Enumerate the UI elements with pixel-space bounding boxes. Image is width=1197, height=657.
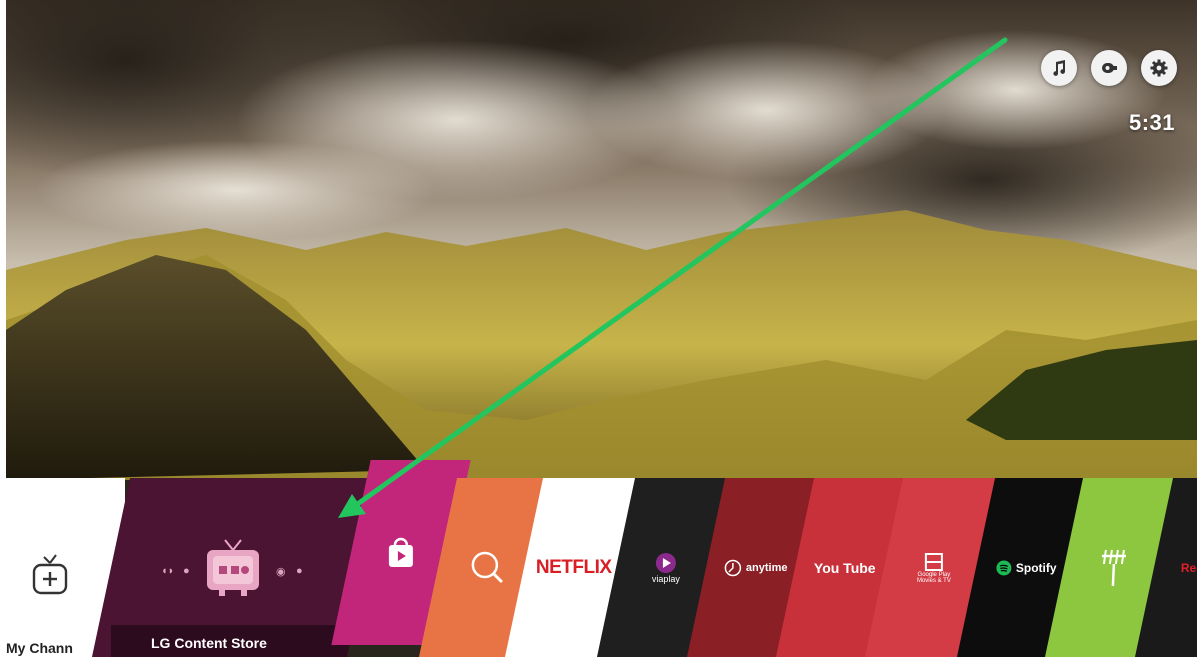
top-controls <box>1041 50 1177 86</box>
youtube-label: You Tube <box>814 559 876 576</box>
redbull-label: Red <box>1180 560 1197 575</box>
clock: 5:31 <box>1128 110 1175 135</box>
spotify-icon <box>996 560 1012 575</box>
tv-screen: 5:31 My Chann ◖◗ ● ◉ ● LG Content Store … <box>6 0 1197 657</box>
launcher-bar: My Chann ◖◗ ● ◉ ● LG Content Store NETFL… <box>6 460 1197 657</box>
tv-add-icon <box>32 554 68 595</box>
gear-icon <box>1150 59 1168 77</box>
shopping-bag-play-icon <box>389 537 413 567</box>
wallpaper-landscape <box>6 0 1197 480</box>
spotify-label: Spotify <box>1015 560 1057 575</box>
tv-store-icon <box>207 539 259 596</box>
gamepad-icon: ◖◗ <box>161 565 175 577</box>
input-button[interactable] <box>1091 50 1127 86</box>
input-icon <box>1102 63 1117 73</box>
search-icon <box>471 551 504 583</box>
antenna-icon <box>1102 549 1126 586</box>
film-icon <box>925 552 943 571</box>
settings-button[interactable] <box>1141 50 1177 86</box>
anytime-icon <box>724 559 742 576</box>
anytime-label: anytime <box>746 561 788 574</box>
my-channels-label: My Chann <box>6 640 73 656</box>
mouse-icon: ● <box>183 565 190 577</box>
viaplay-icon <box>655 552 676 573</box>
netflix-label: NETFLIX <box>536 556 612 578</box>
music-icon <box>1053 60 1066 76</box>
lg-content-store-label: LG Content Store <box>151 635 267 651</box>
camera-icon: ◉ <box>276 566 286 578</box>
music-button[interactable] <box>1041 50 1077 86</box>
bulb-icon: ● <box>296 565 303 577</box>
google-play-label: Google Play Movies & TV <box>917 571 951 584</box>
viaplay-label: viaplay <box>651 573 680 584</box>
